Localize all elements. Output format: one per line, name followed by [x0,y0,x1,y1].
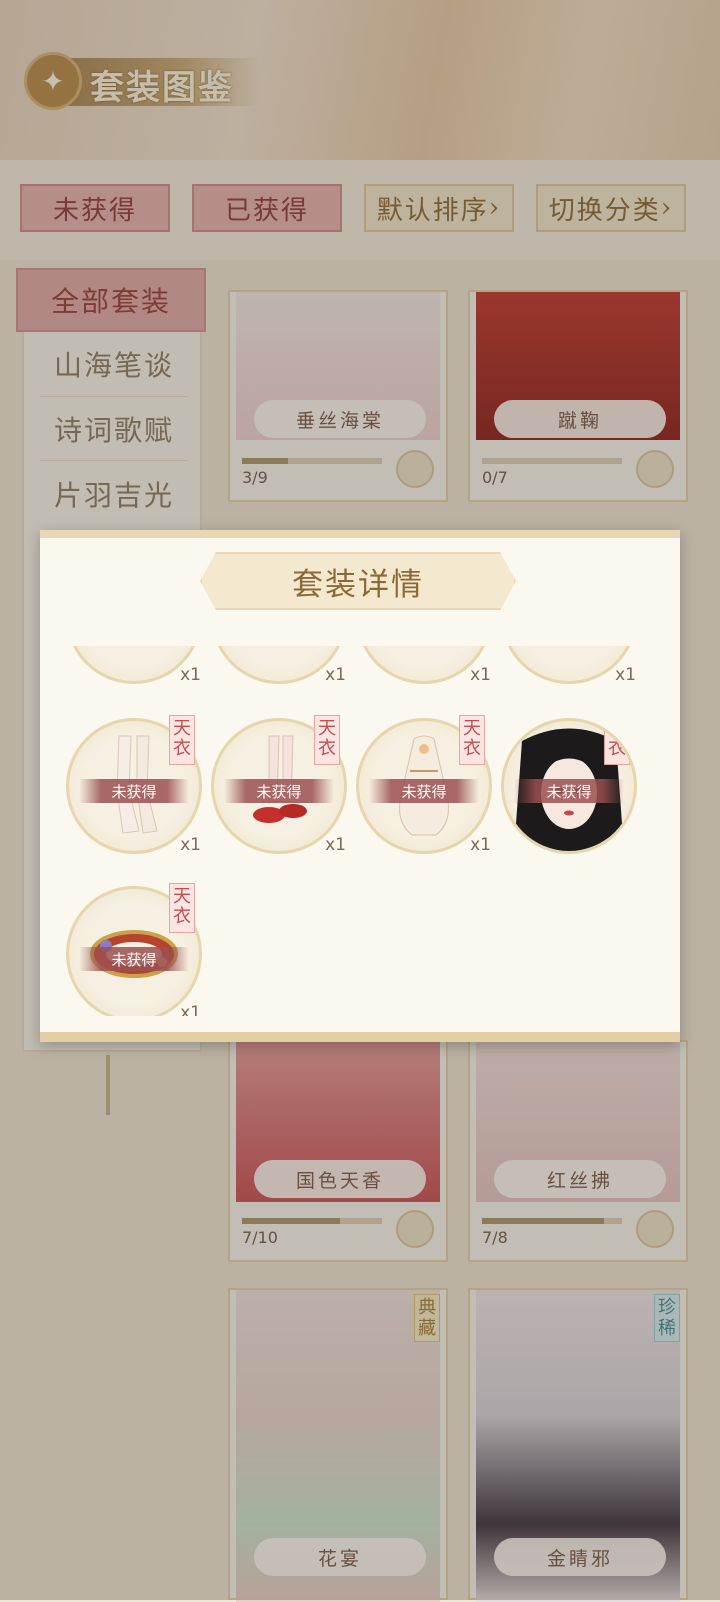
suit-detail-modal: ✥ ✥ 套装详情 x1 x1 x1 x1 未获得 天衣 x1 未获得 [40,530,680,1042]
item-quantity: x1 [180,835,201,855]
not-obtained-label: 未获得 [79,947,189,971]
item-tag: 天衣 [459,715,485,765]
item-quantity: x1 [180,665,201,685]
item-quantity: x1 [615,665,636,685]
not-obtained-label: 未获得 [514,779,624,803]
suit-item[interactable]: 未获得 天衣 x1 [356,715,492,855]
suit-item[interactable]: 未获得 天衣 x1 [501,718,637,854]
not-obtained-label: 未获得 [369,779,479,803]
item-quantity: x1 [470,665,491,685]
item-quantity: x1 [615,835,636,854]
item-quantity: x1 [470,835,491,855]
item-tag: 天衣 [169,715,195,765]
item-tag: 天衣 [169,883,195,933]
item-tag: 天衣 [604,721,630,765]
item-quantity: x1 [325,665,346,685]
not-obtained-label: 未获得 [224,779,334,803]
suit-item[interactable]: 未获得 天衣 x1 [66,883,202,1016]
suit-item[interactable]: x1 [356,646,492,685]
suit-item[interactable]: 未获得 天衣 x1 [211,715,347,855]
suit-item[interactable]: x1 [66,646,202,685]
items-grid[interactable]: x1 x1 x1 x1 未获得 天衣 x1 未获得 天衣 x1 未获得 天衣 x… [60,646,660,1016]
suit-item[interactable]: x1 [211,646,347,685]
item-quantity: x1 [180,1003,201,1016]
item-tag: 天衣 [314,715,340,765]
suit-item[interactable]: x1 [501,646,637,685]
modal-title: 套装详情 [292,566,424,603]
item-quantity: x1 [325,835,346,855]
suit-item[interactable]: 未获得 天衣 x1 [66,715,202,855]
modal-header: 套装详情 [200,552,516,610]
not-obtained-label: 未获得 [79,779,189,803]
